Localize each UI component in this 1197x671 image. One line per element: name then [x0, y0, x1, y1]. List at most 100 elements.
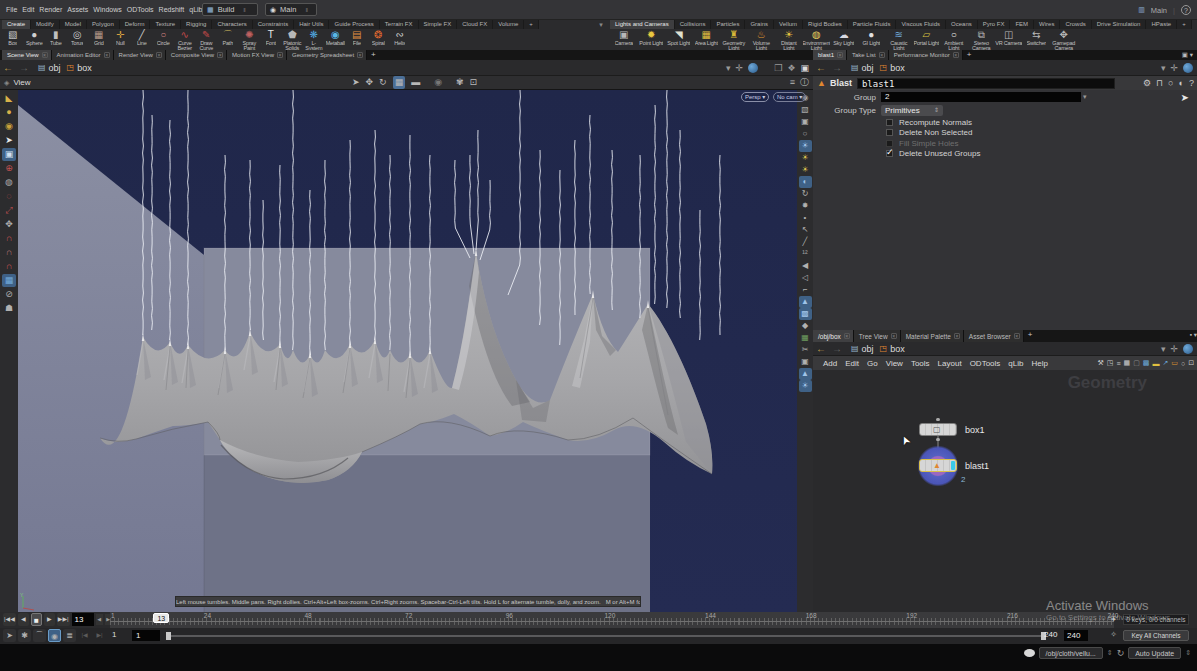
tool-environment-light[interactable]: ◍Environment Light	[803, 29, 831, 50]
tool-portal-light[interactable]: ▱Portal Light	[913, 29, 941, 50]
tool-metaball[interactable]: ◉Metaball	[325, 29, 347, 50]
frame-dec-button[interactable]: ◀	[96, 614, 103, 625]
bulb-icon[interactable]: ☀	[799, 380, 812, 392]
back-arrow-icon[interactable]: ←	[3, 62, 13, 73]
snap-edges-icon[interactable]: ∩	[2, 246, 16, 259]
shelf-tab-hpaste[interactable]: HPaste	[1146, 20, 1177, 29]
shelf-tab-grains[interactable]: Grains	[745, 20, 774, 29]
contrast-icon[interactable]: ◐	[1179, 78, 1184, 88]
highlight-icon[interactable]: ▧	[799, 104, 812, 116]
tool-box[interactable]: ▧Box	[2, 29, 24, 50]
group-type-menu[interactable]: Primitives⇕	[881, 105, 943, 116]
slash-icon[interactable]: ╱	[799, 236, 812, 248]
shelf-tab-vellum[interactable]: Vellum	[774, 20, 803, 29]
view-menu-icon[interactable]: ◈	[4, 79, 9, 87]
tool-camera[interactable]: ▣Camera	[610, 29, 638, 50]
tool-point-light[interactable]: ✹Point Light	[638, 29, 666, 50]
close-tab-icon[interactable]: ×	[104, 52, 110, 58]
link-indicator-icon[interactable]	[748, 63, 758, 73]
shelf-tab-terrain-fx[interactable]: Terrain FX	[380, 20, 419, 29]
pane-tab--obj-box[interactable]: /obj/box×	[813, 330, 854, 342]
dopesheet-icon[interactable]: ≣	[63, 629, 76, 642]
network-menu-layout[interactable]: Layout	[938, 359, 962, 368]
dropdown-icon[interactable]: ▾	[1161, 63, 1166, 73]
shelf-tab-crowds[interactable]: Crowds	[1060, 20, 1091, 29]
tool-path[interactable]: ⌒Path	[217, 29, 239, 50]
help-icon[interactable]: ?	[1189, 78, 1194, 88]
viewport-canvas[interactable]	[0, 90, 813, 612]
shelf-tab-wires[interactable]: Wires	[1034, 20, 1060, 29]
tool-line[interactable]: ╱Line	[131, 29, 153, 50]
scale-tool-icon[interactable]: ⤢	[2, 204, 16, 217]
build-desktop-selector[interactable]: ▦ Build ‖	[202, 3, 258, 16]
tool-switcher[interactable]: ⇆Switcher	[1023, 29, 1051, 50]
shelf-tab-deform[interactable]: Deform	[120, 20, 151, 29]
shelf-tab-create[interactable]: Create	[2, 20, 31, 29]
front-icon[interactable]: ◁	[799, 272, 812, 284]
objects-tool-icon[interactable]: ●	[2, 106, 16, 119]
message-bubble-icon[interactable]	[1024, 649, 1035, 657]
menu-assets[interactable]: Assets	[67, 6, 88, 13]
pane-tab-render-view[interactable]: Render View×	[114, 50, 166, 60]
tool-ambient-light[interactable]: ○Ambient Light	[940, 29, 968, 50]
dropdown-icon[interactable]: ▾	[1083, 93, 1087, 101]
frame-icon[interactable]: ▣	[799, 356, 812, 368]
pane-tab-take-list[interactable]: Take List×	[847, 50, 889, 60]
shelf-tab-modify[interactable]: Modify	[31, 20, 60, 29]
close-tab-icon[interactable]: ×	[953, 52, 959, 58]
secure-selection-icon[interactable]: ▣	[2, 148, 16, 161]
pane-window-icons[interactable]: ▪ ▾	[1190, 330, 1197, 342]
shelf-tab-model[interactable]: Model	[60, 20, 87, 29]
mount-icon[interactable]: ▲	[799, 368, 812, 380]
search-icon[interactable]: ○	[1168, 78, 1173, 88]
path-chip-box[interactable]: ◳box	[880, 63, 905, 73]
forward-arrow-icon[interactable]: →	[19, 62, 29, 73]
key-all-channels-button[interactable]: Key All Channels	[1123, 630, 1189, 641]
play-button[interactable]: ▶	[44, 613, 55, 626]
note-icon[interactable]: ▬	[1152, 360, 1159, 367]
display-flag-bar[interactable]	[951, 461, 955, 470]
pane-tab-geometry-spreadsheet[interactable]: Geometry Spreadsheet×	[287, 50, 367, 60]
snap-grid-icon[interactable]: ∩	[2, 260, 16, 273]
menu-render[interactable]: Render	[39, 6, 62, 13]
shelf-tab-volume[interactable]: Volume	[493, 20, 524, 29]
network-menu-help[interactable]: Help	[1031, 359, 1047, 368]
jump-icon[interactable]: ↗	[1162, 359, 1168, 367]
pane-tab-blast1[interactable]: blast1×	[813, 50, 847, 60]
gear-icon[interactable]: ⚙	[1143, 78, 1151, 88]
forward-arrow-icon[interactable]: →	[832, 343, 842, 354]
menu-redshift[interactable]: Redshift	[159, 6, 185, 13]
persp-button[interactable]: Persp ▾	[741, 92, 769, 102]
shelf-tab-add[interactable]: +	[524, 20, 539, 29]
close-tab-icon[interactable]: ×	[954, 333, 960, 339]
tool-tube[interactable]: ▮Tube	[45, 29, 67, 50]
node-blast1[interactable]: ▲	[919, 459, 957, 472]
wrench-icon[interactable]: ⚒	[1098, 359, 1104, 367]
white-square-icon[interactable]: ▣	[800, 63, 809, 73]
handles-tool-icon[interactable]: ✥	[2, 218, 16, 231]
network-canvas[interactable]: Geometry ▢ box1 ▲ blast1 2 ➤	[813, 370, 1197, 612]
enter-icon[interactable]: ⊡	[1188, 359, 1194, 367]
shelf-divider[interactable]: ▾	[594, 20, 608, 29]
tool-l-system[interactable]: ❋L-System	[303, 29, 325, 50]
range-end-field[interactable]: 240	[1064, 630, 1088, 641]
list-icon[interactable]: ≡	[790, 76, 795, 89]
menu-windows[interactable]: Windows	[93, 6, 121, 13]
tool-vr-camera[interactable]: ◫VR Camera	[995, 29, 1023, 50]
wire-icon[interactable]: ↻	[799, 188, 812, 200]
points-icon[interactable]: ✸	[799, 200, 812, 212]
path-chip-obj[interactable]: ▤obj	[851, 344, 874, 354]
tool-spray-paint[interactable]: ✺Spray Paint	[239, 29, 261, 50]
gem-icon[interactable]: ◆	[799, 320, 812, 332]
add-pane-tab-button[interactable]: +	[963, 50, 976, 60]
shelf-tab-hair-utils[interactable]: Hair Utils	[294, 20, 329, 29]
close-tab-icon[interactable]: ×	[837, 52, 843, 58]
snap-icon[interactable]: ▩	[1143, 359, 1150, 367]
tool-file[interactable]: ▤File	[346, 29, 368, 50]
network-menu-odtools[interactable]: ODTools	[970, 359, 1001, 368]
pane-tab-scene-view[interactable]: Scene View×	[2, 50, 52, 60]
prev-key-icon[interactable]: |◀	[78, 629, 91, 642]
back-arrow-icon[interactable]: ←	[816, 62, 826, 73]
info-icon[interactable]: ⓘ	[800, 76, 809, 89]
tray-icon[interactable]: ▭	[1171, 359, 1178, 367]
